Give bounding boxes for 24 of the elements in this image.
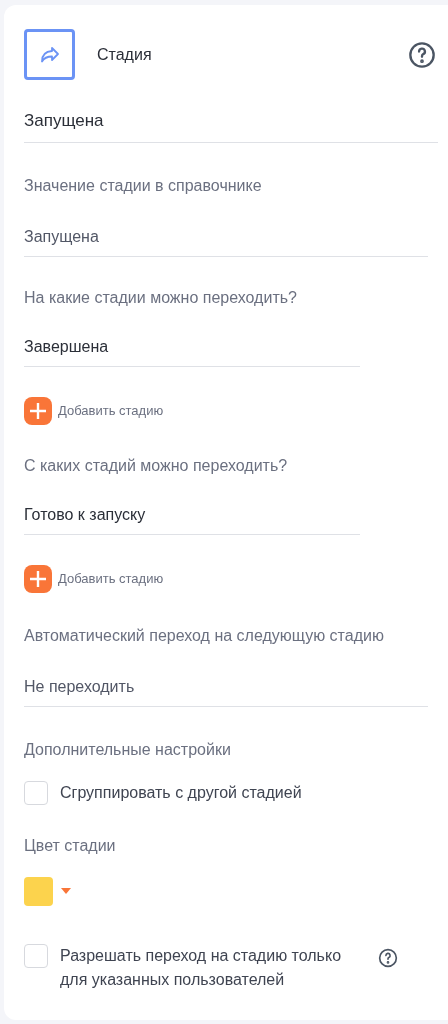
stage-name-field[interactable]: Запущена xyxy=(24,108,438,134)
plus-icon xyxy=(24,396,52,425)
select-field[interactable]: Запущена xyxy=(24,225,428,257)
checkbox[interactable] xyxy=(24,943,48,968)
stage-title: Стадия xyxy=(97,44,153,65)
checkbox-label: Разрешать переход на стадию только для указанных пользователей xyxy=(60,945,343,990)
plus-icon xyxy=(24,564,52,593)
section-label: Значение стадии в справочнике xyxy=(24,175,263,196)
caret-icon[interactable] xyxy=(61,888,71,894)
add-stage-button[interactable]: Добавить стадию xyxy=(24,396,164,425)
checkbox-label: Сгруппировать с другой стадией xyxy=(60,782,302,803)
checkbox[interactable] xyxy=(24,780,48,805)
stage-field[interactable]: Завершена xyxy=(24,335,360,367)
add-stage-button[interactable]: Добавить стадию xyxy=(24,564,164,593)
section-label: На какие стадии можно переходить? xyxy=(24,287,298,308)
select-field[interactable]: Не переходить xyxy=(24,675,428,707)
section-label: С каких стадий можно переходить? xyxy=(24,455,289,476)
stage-field[interactable]: Готово к запуску xyxy=(24,503,360,535)
section-label: Дополнительные настройки xyxy=(24,739,232,760)
section-label: Автоматический переход на следующую стадию xyxy=(24,625,385,646)
color-swatch[interactable] xyxy=(24,876,53,906)
section-label: Цвет стадии xyxy=(24,835,117,856)
help-icon[interactable] xyxy=(408,40,436,69)
help-icon[interactable] xyxy=(378,947,398,968)
